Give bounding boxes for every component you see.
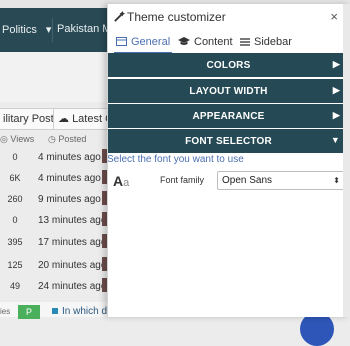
table-row[interactable]: 6K 4 minutes ago <box>0 170 110 195</box>
font-icon-letter-large: A <box>113 173 124 189</box>
row-time: 17 minutes ago <box>38 237 107 248</box>
row-time: 13 minutes ago <box>38 215 107 226</box>
tab-general[interactable]: General <box>114 36 173 54</box>
row-views: 125 <box>7 260 23 270</box>
clock-icon: ◷ <box>48 134 56 144</box>
category-square-icon <box>52 308 58 314</box>
section-appearance-label: APPEARANCE <box>192 111 265 122</box>
cloud-icon: ☁ <box>58 113 69 125</box>
tab-content-label: Content <box>194 36 233 48</box>
row-time: 4 minutes ago <box>38 152 101 163</box>
table-row[interactable]: 260 9 minutes ago <box>0 191 110 216</box>
row-views: 6K <box>9 173 21 183</box>
font-family-label: Font family <box>160 175 205 185</box>
nav-separator <box>52 18 53 42</box>
nav-item-politics[interactable]: Politics ▾ <box>2 23 51 36</box>
section-font-selector-label: FONT SELECTOR <box>185 136 272 147</box>
card-icon <box>116 37 127 46</box>
posted-header: ◷ Posted <box>48 134 86 145</box>
table-row[interactable]: 0 13 minutes ago <box>0 212 110 237</box>
views-header-label: Views <box>10 134 35 144</box>
chevron-right-icon: ▶ <box>332 85 340 95</box>
table-row[interactable]: 125 20 minutes ago <box>0 257 110 282</box>
scrollbar[interactable] <box>343 4 350 317</box>
nav-item-politics-label: Politics <box>2 24 37 36</box>
nav-item-pakistan[interactable]: Pakistan Mi <box>57 23 114 35</box>
section-colors[interactable]: COLORS ▶ <box>107 53 350 77</box>
graduation-cap-icon <box>178 37 190 45</box>
row-views: 260 <box>7 194 23 204</box>
tab-general-label: General <box>131 36 171 48</box>
tab-sidebar[interactable]: Sidebar <box>240 36 292 48</box>
magic-wand-icon <box>114 10 126 22</box>
customizer-header: Theme customizer × <box>107 4 350 31</box>
section-appearance[interactable]: APPEARANCE ▶ <box>107 104 350 128</box>
menu-icon <box>240 38 250 46</box>
row-time: 24 minutes ago <box>38 281 107 292</box>
views-header: ◎ Views <box>0 134 34 145</box>
tab-latest[interactable]: ☁ Latest C <box>53 108 115 130</box>
tab-sidebar-label: Sidebar <box>254 36 292 48</box>
panel-divider <box>107 4 108 317</box>
chevron-down-icon: ▾ <box>45 24 52 36</box>
section-colors-label: COLORS <box>206 60 251 71</box>
posted-header-label: Posted <box>58 134 87 144</box>
tab-military-posts[interactable]: ilitary Posts <box>0 108 59 130</box>
close-icon[interactable]: × <box>330 9 338 24</box>
font-family-select[interactable]: Open Sans ⬍ <box>217 171 345 190</box>
font-family-row: Aa Font family Open Sans ⬍ <box>107 169 350 193</box>
floating-action-button[interactable] <box>300 312 334 346</box>
font-icon-letter-small: a <box>123 177 130 189</box>
tab-military-posts-label: ilitary Posts <box>3 113 60 125</box>
customizer-tabs: General Content Sidebar <box>107 32 350 55</box>
chevron-down-icon: ▼ <box>330 135 340 145</box>
chevron-right-icon: ▶ <box>332 59 340 69</box>
row-time: 4 minutes ago <box>38 173 101 184</box>
section-font-selector[interactable]: FONT SELECTOR ▼ <box>107 129 350 153</box>
section-layout-width-label: LAYOUT WIDTH <box>189 86 268 97</box>
row-views: 395 <box>7 237 23 247</box>
table-row[interactable]: 395 17 minutes ago <box>0 234 110 259</box>
row-views: 0 <box>12 152 18 162</box>
chevron-right-icon: ▶ <box>332 110 340 120</box>
row-time: 20 minutes ago <box>38 260 107 271</box>
font-family-selected-value: Open Sans <box>222 175 273 186</box>
customizer-title: Theme customizer <box>127 10 226 24</box>
row-views: 0 <box>12 215 18 225</box>
table-row[interactable]: 0 4 minutes ago <box>0 149 110 174</box>
tab-content[interactable]: Content <box>178 36 233 48</box>
font-selector-description: Select the font you want to use <box>107 154 244 165</box>
topic-link[interactable]: In which de <box>62 306 113 317</box>
theme-customizer-panel: Theme customizer × General Content Sideb… <box>107 4 350 317</box>
row-views: 49 <box>9 281 20 291</box>
font-size-icon: Aa <box>113 173 129 189</box>
table-row[interactable]: 49 24 minutes ago <box>0 278 110 303</box>
eye-icon: ◎ <box>0 134 8 144</box>
section-layout-width[interactable]: LAYOUT WIDTH ▶ <box>107 79 350 103</box>
row-time: 9 minutes ago <box>38 194 101 205</box>
bottom-left-text: ies <box>0 307 11 316</box>
select-arrows-icon: ⬍ <box>333 176 340 185</box>
